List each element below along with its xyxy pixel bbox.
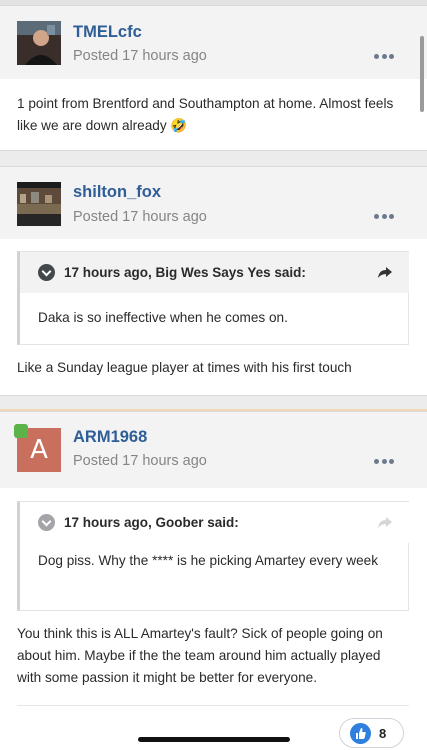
post-content: You think this is ALL Amartey's fault? S…	[17, 626, 383, 685]
quote-block: 17 hours ago, Big Wes Says Yes said: Dak…	[17, 251, 409, 345]
post-content: Like a Sunday league player at times wit…	[17, 360, 352, 375]
quote-block: 17 hours ago, Goober said: Dog piss. Why…	[17, 501, 409, 611]
share-arrow-icon[interactable]	[377, 264, 393, 280]
more-options-icon[interactable]	[374, 214, 394, 220]
quote-header[interactable]: 17 hours ago, Big Wes Says Yes said:	[20, 252, 409, 293]
collapse-quote-icon[interactable]	[38, 514, 55, 531]
scrollbar[interactable]	[420, 36, 424, 112]
quote-header[interactable]: 17 hours ago, Goober said:	[20, 502, 409, 543]
more-options-icon[interactable]	[374, 54, 394, 60]
post-timestamp[interactable]: Posted 17 hours ago	[73, 209, 207, 225]
avatar[interactable]	[17, 182, 61, 226]
reaction-button[interactable]: 8	[339, 718, 404, 748]
post-header: shilton_fox Posted 17 hours ago	[0, 167, 427, 239]
avatar[interactable]	[17, 21, 61, 65]
author-name[interactable]: TMELcfc	[73, 23, 142, 42]
post-arm1968: A ARM1968 Posted 17 hours ago 17 hours a…	[0, 411, 427, 750]
post-header: TMELcfc Posted 17 hours ago	[0, 6, 427, 79]
post-timestamp[interactable]: Posted 17 hours ago	[73, 453, 207, 469]
post-timestamp[interactable]: Posted 17 hours ago	[73, 48, 207, 64]
quote-attribution: 17 hours ago, Goober said:	[64, 515, 239, 530]
post-header: A ARM1968 Posted 17 hours ago	[0, 412, 427, 488]
quote-attribution: 17 hours ago, Big Wes Says Yes said:	[64, 265, 306, 280]
home-indicator[interactable]	[138, 737, 290, 742]
quote-text: Daka is so ineffective when he comes on.	[38, 310, 288, 325]
post-tmelcfc: TMELcfc Posted 17 hours ago 1 point from…	[0, 5, 427, 151]
share-arrow-icon[interactable]	[377, 514, 393, 530]
author-name[interactable]: shilton_fox	[73, 183, 161, 202]
reaction-count: 8	[379, 726, 387, 741]
collapse-quote-icon[interactable]	[38, 264, 55, 281]
online-status-indicator	[14, 424, 28, 438]
thumbs-up-icon	[350, 723, 371, 744]
author-name[interactable]: ARM1968	[73, 428, 147, 447]
post-content: 1 point from Brentford and Southampton a…	[17, 96, 394, 133]
more-options-icon[interactable]	[374, 459, 394, 465]
post-footer-divider	[17, 705, 409, 706]
post-shilton-fox: shilton_fox Posted 17 hours ago 17 hours…	[0, 166, 427, 396]
quote-text: Dog piss. Why the **** is he picking Ama…	[38, 553, 378, 568]
